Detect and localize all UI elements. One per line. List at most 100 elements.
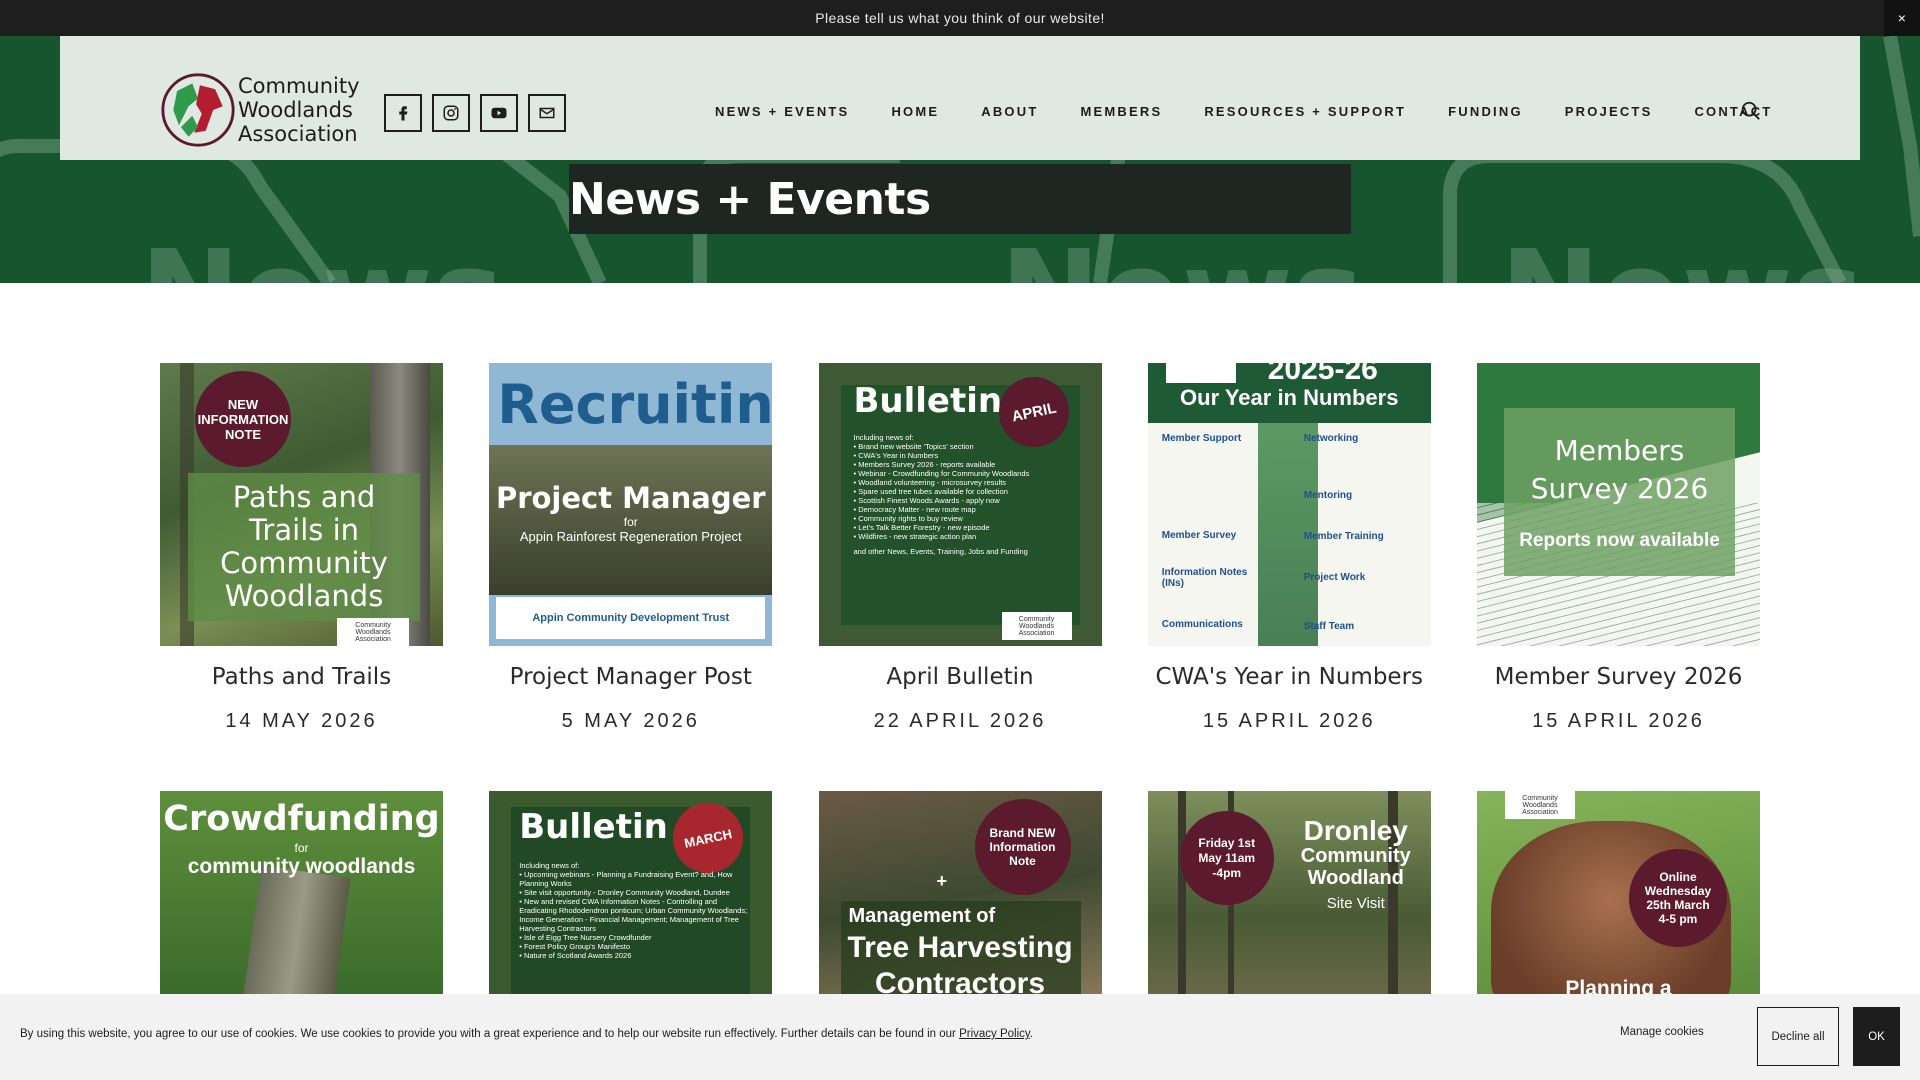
search-icon[interactable] bbox=[1740, 100, 1762, 122]
bulletin-line: • Upcoming webinars - Planning a Fundrai… bbox=[519, 870, 733, 888]
card-title[interactable]: April Bulletin bbox=[819, 664, 1102, 690]
numbers-left-column: Member Support Member Survey Information… bbox=[1162, 433, 1272, 630]
accept-cookies-button[interactable]: OK bbox=[1853, 1007, 1900, 1066]
page-title: News + Events bbox=[569, 173, 931, 225]
numbers-section-label: Member Support bbox=[1161, 433, 1242, 444]
nav-funding[interactable]: FUNDING bbox=[1448, 104, 1523, 119]
card-date: 15 APRIL 2026 bbox=[1532, 710, 1705, 732]
cookie-message-text: By using this website, you agree to our … bbox=[20, 1028, 956, 1040]
numbers-section-label: Information Notes (INs) bbox=[1161, 567, 1248, 589]
nav-about[interactable]: ABOUT bbox=[981, 104, 1038, 119]
news-thumbnail[interactable]: NEW INFORMATION NOTE Paths and Trails in… bbox=[160, 363, 443, 646]
nav-home[interactable]: HOME bbox=[891, 104, 939, 119]
manage-cookies-button[interactable]: Manage cookies bbox=[1620, 1026, 1704, 1038]
thumbnail-overlay-text: Paths and Trails in Community Woodlands bbox=[188, 473, 420, 621]
bulletin-line: • Forest Policy Group's Manifesto bbox=[519, 942, 631, 951]
bulletin-line: and other News, Events, Training, Jobs a… bbox=[853, 547, 1028, 556]
survey-subheading: Reports now available bbox=[1519, 530, 1720, 551]
appin-logo: Appin Community Development Trust bbox=[532, 612, 730, 624]
crowdfunding-for: for bbox=[294, 841, 309, 855]
youtube-button[interactable] bbox=[480, 94, 518, 132]
cookie-message-end: . bbox=[1029, 1028, 1033, 1040]
close-icon[interactable]: × bbox=[1884, 0, 1920, 36]
crowdfunding-sub: community woodlands bbox=[187, 855, 416, 878]
card-title[interactable]: Member Survey 2026 bbox=[1477, 664, 1760, 690]
news-thumbnail[interactable]: 2025-26 Our Year in Numbers Member Suppo… bbox=[1147, 363, 1431, 646]
cwa-mini-logo: Community Woodlands Association bbox=[337, 618, 409, 646]
svg-text:News: News bbox=[140, 226, 504, 283]
news-row: Crowdfunding for community woodlands Bul… bbox=[160, 791, 1760, 1001]
bulletin-line: • Community rights to buy review bbox=[853, 514, 963, 523]
bulletin-line: • Site visit opportunity - Dronley Commu… bbox=[519, 888, 730, 897]
dronley-heading: Dronley Community Woodland Site Visit bbox=[1286, 815, 1426, 913]
card-title[interactable]: Paths and Trails bbox=[160, 664, 443, 690]
feedback-notice-bar: Please tell us what you think of our web… bbox=[0, 0, 1920, 36]
card-title[interactable]: CWA's Year in Numbers bbox=[1148, 664, 1431, 690]
facebook-button[interactable] bbox=[384, 94, 422, 132]
news-card-tree-harvesting[interactable]: Brand NEW Information Note + Management … bbox=[818, 791, 1102, 1001]
recruiting-heading: Recruiting bbox=[497, 373, 773, 436]
year-heading: 2025-26 bbox=[1267, 363, 1378, 386]
event-date-badge: Online Wednesday 25th March 4-5 pm bbox=[1629, 849, 1727, 947]
dronley-heading-line: Dronley bbox=[1303, 815, 1408, 846]
news-thumbnail[interactable]: Bulletin MARCH Including news of: • Upco… bbox=[489, 791, 773, 1001]
bulletin-line: • Wildfires - new strategic action plan bbox=[853, 532, 977, 541]
news-card-april-bulletin[interactable]: Bulletin APRIL Including news of: • Bran… bbox=[818, 363, 1102, 733]
numbers-section-label: Mentoring bbox=[1303, 490, 1353, 501]
news-row: NEW INFORMATION NOTE Paths and Trails in… bbox=[160, 363, 1760, 733]
bulletin-line: • Democracy Matter - new route map bbox=[853, 505, 976, 514]
nav-resources-support[interactable]: RESOURCES + SUPPORT bbox=[1204, 104, 1406, 119]
social-links bbox=[384, 94, 566, 132]
bulletin-line: • Members Survey 2026 - reports availabl… bbox=[853, 460, 996, 469]
card-title[interactable]: Project Manager Post bbox=[489, 664, 772, 690]
plus-sign: + bbox=[936, 871, 948, 891]
numbers-right-column: Networking Mentoring Member Training Pro… bbox=[1304, 433, 1424, 632]
card-date: 14 MAY 2026 bbox=[225, 710, 378, 732]
role-title: Project Manager bbox=[495, 481, 766, 515]
nav-projects[interactable]: PROJECTS bbox=[1565, 104, 1653, 119]
news-thumbnail[interactable]: Crowdfunding for community woodlands bbox=[160, 791, 443, 1001]
news-card-project-manager[interactable]: Recruiting Project Manager for Appin Rai… bbox=[489, 363, 773, 733]
news-card-planning-event[interactable]: Community Woodlands Association Online W… bbox=[1477, 791, 1760, 1001]
nav-members[interactable]: MEMBERS bbox=[1080, 104, 1162, 119]
logo-text-line: Woodlands bbox=[238, 98, 353, 122]
dronley-sub: Site Visit bbox=[1326, 895, 1385, 912]
numbers-section-label: Communications bbox=[1161, 619, 1243, 630]
decline-cookies-button[interactable]: Decline all bbox=[1757, 1007, 1839, 1066]
bulletin-line: • Brand new website 'Topics' section bbox=[853, 442, 974, 451]
privacy-policy-link[interactable]: Privacy Policy bbox=[959, 1028, 1030, 1040]
survey-heading: Members Survey 2026 bbox=[1530, 434, 1709, 505]
news-thumbnail[interactable]: Brand NEW Information Note + Management … bbox=[818, 791, 1102, 1001]
cookie-message: By using this website, you agree to our … bbox=[20, 1028, 1033, 1040]
news-card-dronley-visit[interactable]: Friday 1st May 11am -4pm Dronley Communi… bbox=[1147, 791, 1431, 1001]
harvest-line1: Management of bbox=[848, 905, 996, 927]
nav-news-events[interactable]: NEWS + EVENTS bbox=[715, 104, 849, 119]
news-card-year-in-numbers[interactable]: 2025-26 Our Year in Numbers Member Suppo… bbox=[1147, 363, 1431, 733]
bulletin-line: • Let's Talk Better Forestry - new episo… bbox=[853, 523, 990, 532]
news-thumbnail[interactable]: Community Woodlands Association Online W… bbox=[1477, 791, 1760, 1001]
cookie-consent-bar: By using this website, you agree to our … bbox=[0, 994, 1920, 1080]
feedback-notice-link[interactable]: Please tell us what you think of our web… bbox=[815, 10, 1105, 26]
bulletin-heading: Bulletin bbox=[519, 807, 668, 847]
news-card-crowdfunding[interactable]: Crowdfunding for community woodlands bbox=[160, 791, 443, 1001]
bulletin-line: • Woodland volunteering - microsurvey re… bbox=[853, 478, 1007, 487]
numbers-section-label: Member Survey bbox=[1161, 530, 1237, 541]
news-thumbnail[interactable]: Members Survey 2026 Reports now availabl… bbox=[1477, 363, 1760, 646]
news-thumbnail[interactable]: Recruiting Project Manager for Appin Rai… bbox=[489, 363, 773, 646]
cwa-logo-mark-icon bbox=[161, 73, 235, 147]
news-thumbnail[interactable]: Bulletin APRIL Including news of: • Bran… bbox=[818, 363, 1102, 646]
dronley-heading-line: Woodland bbox=[1307, 867, 1404, 889]
bulletin-line: • Nature of Scotland Awards 2026 bbox=[519, 951, 632, 960]
news-card-march-bulletin[interactable]: Bulletin MARCH Including news of: • Upco… bbox=[489, 791, 773, 1001]
numbers-section-label: Project Work bbox=[1303, 572, 1366, 583]
email-button[interactable] bbox=[528, 94, 566, 132]
news-card-paths-trails[interactable]: NEW INFORMATION NOTE Paths and Trails in… bbox=[160, 363, 443, 733]
news-thumbnail[interactable]: Friday 1st May 11am -4pm Dronley Communi… bbox=[1147, 791, 1431, 1001]
instagram-button[interactable] bbox=[432, 94, 470, 132]
card-date: 22 APRIL 2026 bbox=[873, 710, 1047, 732]
logo-text-line: Association bbox=[238, 122, 358, 146]
news-card-member-survey[interactable]: Members Survey 2026 Reports now availabl… bbox=[1477, 363, 1760, 733]
bulletin-line: • Webinar - Crowdfunding for Community W… bbox=[853, 469, 1030, 478]
cwa-logo[interactable]: Community Woodlands Association bbox=[160, 72, 360, 148]
year-subheading: Our Year in Numbers bbox=[1180, 385, 1399, 410]
